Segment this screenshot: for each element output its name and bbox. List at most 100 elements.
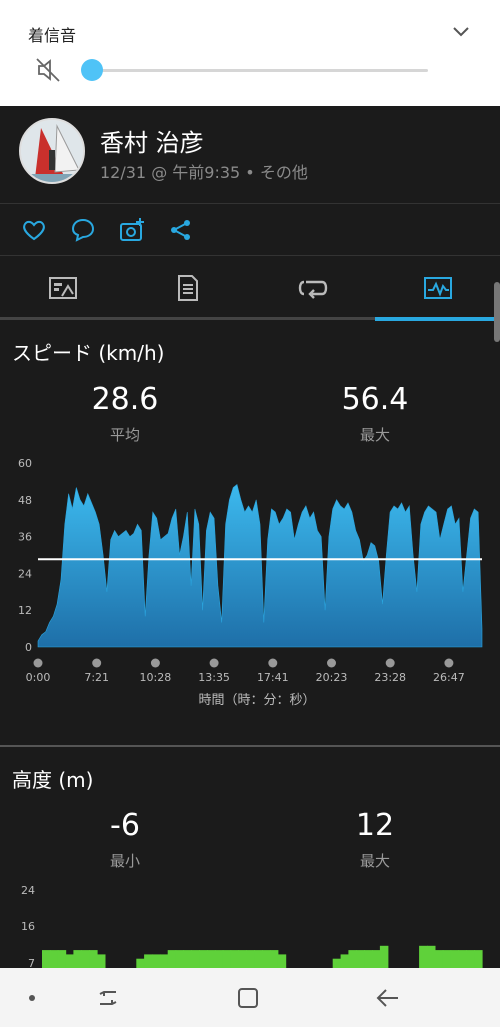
laps-icon xyxy=(298,280,327,299)
elevation-bar xyxy=(207,950,216,968)
activity-meta: 12/31 @ 午前9:35 • その他 xyxy=(100,163,308,182)
elevation-bar xyxy=(442,950,452,968)
speed-x-tick: 13:35 xyxy=(198,671,230,684)
elevation-bar xyxy=(434,950,444,968)
speed-x-tick: 17:41 xyxy=(257,671,289,684)
scrollbar-handle[interactable] xyxy=(494,282,500,342)
elevation-bar xyxy=(262,950,271,968)
elevation-bar xyxy=(152,954,161,968)
elevation-bar xyxy=(466,950,475,968)
speed-avg-value: 28.6 xyxy=(91,382,159,417)
elevation-bar xyxy=(222,950,232,968)
elevation-bar xyxy=(269,950,279,968)
section-divider xyxy=(0,745,500,747)
elevation-bar xyxy=(419,945,428,968)
tab-laps[interactable] xyxy=(250,256,375,320)
elevation-y-tick: 16 xyxy=(21,920,35,933)
activity-header: 香村 治彦 12/31 @ 午前9:35 • その他 xyxy=(0,106,500,204)
avatar[interactable] xyxy=(19,118,85,184)
avatar-image xyxy=(21,120,83,182)
elevation-bar xyxy=(42,950,51,968)
elevation-bar xyxy=(49,950,59,968)
elevation-bar xyxy=(427,945,436,968)
elevation-bar xyxy=(191,950,200,968)
home-icon[interactable] xyxy=(234,984,262,1012)
speed-y-tick: 60 xyxy=(18,457,32,470)
speed-x-tick-dot xyxy=(33,658,43,668)
elevation-bar xyxy=(254,950,263,968)
add-photo-icon[interactable] xyxy=(118,216,146,244)
elevation-bar xyxy=(348,950,357,968)
elevation-bar xyxy=(246,950,255,968)
chevron-down-icon[interactable] xyxy=(450,22,472,40)
volume-slider-track[interactable] xyxy=(92,69,428,72)
speed-x-tick-dot xyxy=(150,658,160,668)
speed-x-tick: 23:28 xyxy=(374,671,406,684)
dot-icon[interactable] xyxy=(18,984,46,1012)
volume-title: 着信音 xyxy=(28,26,77,45)
elevation-bar xyxy=(356,950,365,968)
speed-area-series xyxy=(37,483,483,648)
heart-icon[interactable] xyxy=(20,216,48,244)
speed-y-tick: 0 xyxy=(25,641,32,654)
action-bar xyxy=(0,204,500,256)
elevation-bar xyxy=(159,954,169,968)
speed-section-title: スピード (km/h) xyxy=(12,341,165,365)
elevation-bar xyxy=(97,954,106,968)
speed-x-tick-dot xyxy=(385,658,395,668)
speed-y-tick: 48 xyxy=(18,494,32,507)
speed-x-tick-dot xyxy=(327,658,336,668)
speed-x-tick: 20:23 xyxy=(316,671,348,684)
speed-x-tick-dot xyxy=(209,658,219,668)
tab-summary[interactable] xyxy=(0,256,125,320)
speed-x-tick: 26:47 xyxy=(433,671,465,684)
elevation-bar xyxy=(332,958,342,968)
elevation-min-label: 最小 xyxy=(109,852,140,870)
elevation-bar xyxy=(474,950,483,968)
speed-x-axis-label: 時間（時：分：秒） xyxy=(198,693,315,708)
elevation-bar xyxy=(65,954,75,968)
elevation-bar xyxy=(144,954,153,968)
elevation-bar xyxy=(379,945,389,968)
elevation-bar xyxy=(175,950,185,968)
speed-max-label: 最大 xyxy=(359,426,390,444)
recent-apps-icon[interactable] xyxy=(94,984,122,1012)
speed-y-tick: 12 xyxy=(18,604,32,617)
elevation-bar xyxy=(73,950,82,968)
elevation-y-tick: 24 xyxy=(21,884,35,897)
summary-icon xyxy=(48,277,77,299)
elevation-y-tick: 7 xyxy=(28,957,35,968)
speed-max-value: 56.4 xyxy=(341,382,409,417)
comment-icon[interactable] xyxy=(69,216,97,244)
elevation-bar xyxy=(364,950,373,968)
elevation-bar xyxy=(167,950,177,968)
elevation-bar xyxy=(372,950,381,968)
elevation-min-value: -6 xyxy=(110,808,140,843)
speed-x-tick-dot xyxy=(92,658,102,668)
speed-x-tick: 10:28 xyxy=(140,671,172,684)
elevation-section-title: 高度 (m) xyxy=(12,768,94,792)
elevation-bar xyxy=(340,954,350,968)
speed-x-tick-dot xyxy=(268,658,278,668)
speed-y-tick: 24 xyxy=(18,567,32,580)
tab-active-indicator xyxy=(375,317,500,321)
back-icon[interactable] xyxy=(374,984,402,1012)
elevation-bar xyxy=(277,954,287,968)
elevation-bar xyxy=(230,950,240,968)
elevation-bar xyxy=(89,950,98,968)
share-icon[interactable] xyxy=(167,216,195,244)
mute-icon[interactable] xyxy=(34,56,62,84)
elevation-bar xyxy=(81,950,90,968)
tab-charts[interactable] xyxy=(375,256,500,320)
volume-slider-thumb[interactable] xyxy=(81,59,103,81)
elevation-chart: 7 16 24 xyxy=(21,884,483,968)
elevation-max-label: 最大 xyxy=(359,852,390,870)
speed-x-tick-dot xyxy=(444,658,454,668)
speed-chart: 0 12 24 36 48 60 0:00 7:21 10:28 13:35 17:41 20:23 2… xyxy=(18,457,483,708)
elevation-bar xyxy=(136,958,145,968)
elevation-bar xyxy=(450,950,460,968)
speed-avg-label: 平均 xyxy=(109,426,140,444)
user-name[interactable]: 香村 治彦 xyxy=(100,123,204,158)
elevation-max-value: 12 xyxy=(355,808,395,843)
tab-details[interactable] xyxy=(125,256,250,320)
